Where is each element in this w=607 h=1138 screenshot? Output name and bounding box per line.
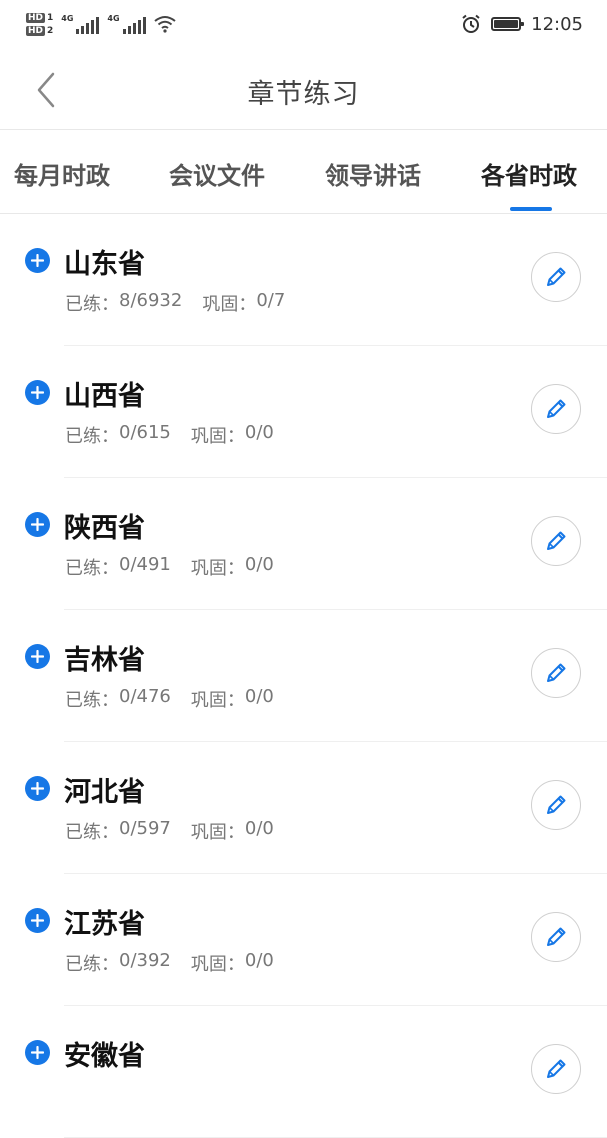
list-item[interactable]: 河北省 已练： 0/597 巩固： 0/0	[0, 742, 607, 874]
practiced-stat: 已练： 0/392	[65, 950, 171, 975]
practiced-stat: 已练： 0/476	[65, 686, 171, 711]
status-right: 12:05	[461, 14, 583, 35]
list-item[interactable]: 山西省 已练： 0/615 巩固： 0/0	[0, 346, 607, 478]
battery-icon	[491, 17, 525, 31]
expand-plus-icon[interactable]	[25, 1040, 50, 1065]
practice-button[interactable]	[531, 384, 581, 434]
expand-plus-icon[interactable]	[25, 776, 50, 801]
tab-bar: 每月时政 会议文件 领导讲话 各省时政	[0, 130, 607, 214]
page-title: 章节练习	[247, 79, 360, 110]
practice-button[interactable]	[531, 648, 581, 698]
practiced-stat: 已练： 0/615	[65, 422, 171, 447]
pencil-icon	[547, 531, 566, 550]
tab-provincial-politics[interactable]: 各省时政	[481, 156, 577, 191]
list-item[interactable]: 安徽省	[0, 1006, 607, 1138]
plus-icon	[31, 518, 44, 531]
list-item[interactable]: 江苏省 已练： 0/392 巩固： 0/0	[0, 874, 607, 1006]
plus-icon	[31, 1046, 44, 1059]
list-item[interactable]: 山东省 已练： 8/6932 巩固： 0/7	[0, 214, 607, 346]
item-stats: 已练： 0/476 巩固： 0/0	[65, 686, 274, 712]
province-name: 安徽省	[64, 1041, 145, 1072]
practiced-stat: 已练： 0/491	[65, 554, 171, 579]
top-bar: 章节练习	[0, 48, 607, 130]
pencil-icon	[547, 795, 566, 814]
pencil-icon	[547, 927, 566, 946]
plus-icon	[31, 914, 44, 927]
pencil-icon	[547, 267, 566, 286]
chapter-list: 山东省 已练： 8/6932 巩固： 0/7 山西省 已练： 0/615 巩固： 0/0	[0, 214, 607, 1138]
item-stats: 已练： 0/491 巩固： 0/0	[65, 554, 274, 580]
plus-icon	[31, 254, 44, 267]
list-item[interactable]: 吉林省 已练： 0/476 巩固： 0/0	[0, 610, 607, 742]
consolidated-stat: 巩固： 0/0	[190, 686, 274, 711]
province-name: 陕西省	[64, 513, 145, 544]
pencil-icon	[547, 399, 566, 418]
expand-plus-icon[interactable]	[25, 644, 50, 669]
practiced-stat: 已练： 0/597	[65, 818, 171, 843]
practice-button[interactable]	[531, 516, 581, 566]
plus-icon	[31, 650, 44, 663]
province-name: 山东省	[64, 249, 145, 280]
practiced-stat: 已练： 8/6932	[65, 290, 183, 315]
province-name: 山西省	[64, 381, 145, 412]
consolidated-stat: 巩固： 0/0	[190, 818, 274, 843]
practice-button[interactable]	[531, 252, 581, 302]
tab-monthly-politics[interactable]: 每月时政	[14, 156, 110, 191]
plus-icon	[31, 386, 44, 399]
expand-plus-icon[interactable]	[25, 512, 50, 537]
signal-icon-2: 4G	[107, 14, 146, 34]
expand-plus-icon[interactable]	[25, 248, 50, 273]
tab-meeting-documents[interactable]: 会议文件	[169, 156, 265, 191]
expand-plus-icon[interactable]	[25, 380, 50, 405]
signal-icon-1: 4G	[61, 14, 100, 34]
alarm-icon	[462, 14, 480, 33]
expand-plus-icon[interactable]	[25, 908, 50, 933]
consolidated-stat: 巩固： 0/7	[202, 290, 286, 315]
tab-leader-speeches[interactable]: 领导讲话	[325, 156, 421, 191]
item-stats: 已练： 0/615 巩固： 0/0	[65, 422, 274, 448]
pencil-icon	[547, 1059, 566, 1078]
clock: 12:05	[531, 13, 583, 35]
pencil-icon	[547, 663, 566, 682]
province-name: 吉林省	[64, 645, 145, 676]
consolidated-stat: 巩固： 0/0	[190, 950, 274, 975]
plus-icon	[31, 782, 44, 795]
item-stats: 已练： 8/6932 巩固： 0/7	[65, 290, 285, 316]
consolidated-stat: 巩固： 0/0	[190, 554, 274, 579]
item-stats: 已练： 0/597 巩固： 0/0	[65, 818, 274, 844]
practice-button[interactable]	[531, 1044, 581, 1094]
hd-indicators: HD 1 HD 2	[26, 12, 54, 36]
consolidated-stat: 巩固： 0/0	[190, 422, 274, 447]
list-item[interactable]: 陕西省 已练： 0/491 巩固： 0/0	[0, 478, 607, 610]
practice-button[interactable]	[531, 912, 581, 962]
province-name: 河北省	[64, 777, 145, 808]
hd-indicator-1: HD 1	[26, 12, 54, 23]
item-stats: 已练： 0/392 巩固： 0/0	[65, 950, 274, 976]
wifi-icon	[153, 16, 176, 33]
status-bar: HD 1 HD 2 4G 4G 12:05	[0, 0, 607, 48]
status-left: HD 1 HD 2 4G 4G	[26, 12, 176, 36]
active-tab-indicator	[510, 207, 552, 211]
province-name: 江苏省	[64, 909, 145, 940]
hd-indicator-2: HD 2	[26, 25, 54, 36]
practice-button[interactable]	[531, 780, 581, 830]
